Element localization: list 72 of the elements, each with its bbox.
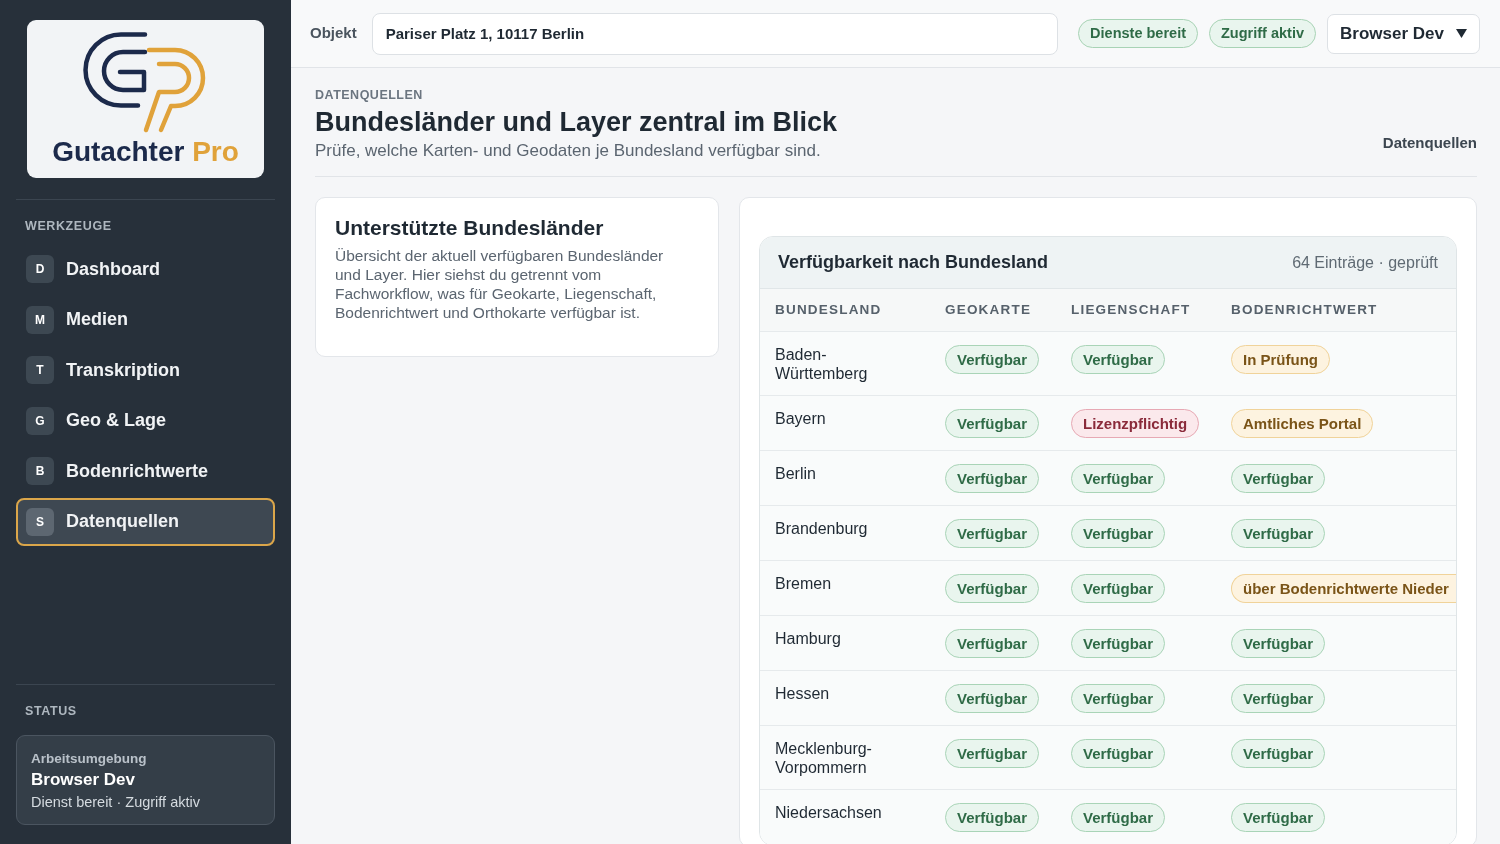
state-name: Berlin bbox=[760, 450, 945, 505]
nav-initial: B bbox=[26, 457, 54, 486]
nav-initial: S bbox=[26, 507, 54, 536]
logo-wordmark: Gutachter Pro bbox=[52, 136, 239, 168]
page-subtitle: Prüfe, welche Karten- und Geodaten je Bundesland verfügbar sind. bbox=[315, 140, 822, 162]
status-badge: Verfügbar bbox=[945, 344, 1040, 374]
status-badge: Verfügbar bbox=[1231, 463, 1326, 493]
status-badge: Verfügbar bbox=[1071, 738, 1166, 768]
status-badge: Verfügbar bbox=[945, 408, 1040, 438]
nav-item[interactable]: D Dashboard bbox=[16, 245, 275, 293]
nav-item[interactable]: G Geo & Lage bbox=[16, 396, 275, 445]
status-badge: Verfügbar bbox=[1231, 518, 1326, 548]
state-name: Bremen bbox=[760, 560, 945, 615]
status-badge: Zugriff aktiv bbox=[1209, 19, 1316, 48]
status-badge: Amtliches Portal bbox=[1231, 408, 1374, 438]
column-header: BUNDESLAND bbox=[760, 289, 945, 331]
nav-initial: T bbox=[26, 356, 54, 385]
state-name: Mecklenburg-Vorpommern bbox=[760, 725, 945, 789]
section-heading: WERKZEUGE bbox=[24, 219, 113, 233]
status-badge: Verfügbar bbox=[945, 463, 1040, 493]
state-name: Hamburg bbox=[760, 615, 945, 670]
status-label: Arbeitsumgebung bbox=[31, 750, 148, 767]
state-name: Baden-Württemberg bbox=[760, 331, 945, 395]
status-badge: Verfügbar bbox=[945, 738, 1040, 768]
caret-icon bbox=[1456, 29, 1467, 38]
status-badge: Verfügbar bbox=[945, 628, 1040, 658]
state-name: Brandenburg bbox=[760, 505, 945, 560]
card-text: Übersicht der aktuell verfügbaren Bundesländer und Layer. Hier siehst du getrennt vom Fachworkflow, was für Geokarte, Liegenschaft, Bodenrichtwert und Orthokarte verfügbar ist. bbox=[335, 246, 665, 322]
status-badge: Verfügbar bbox=[1231, 738, 1326, 768]
status-badge: Lizenzpflichtig bbox=[1071, 408, 1200, 438]
card-title: Unterstützte Bundesländer bbox=[335, 215, 605, 241]
status-badge: Verfügbar bbox=[945, 518, 1040, 548]
status-badge: Verfügbar bbox=[1231, 628, 1326, 658]
state-name: Niedersachsen bbox=[760, 789, 945, 844]
table-title: Verfügbarkeit nach Bundesland bbox=[778, 251, 1049, 274]
status-badge: Verfügbar bbox=[945, 683, 1040, 713]
section-heading: STATUS bbox=[24, 704, 78, 718]
status-badge: Verfügbar bbox=[945, 573, 1040, 603]
status-badge: Verfügbar bbox=[945, 802, 1040, 832]
status-badge: Verfügbar bbox=[1231, 802, 1326, 832]
state-name: Hessen bbox=[760, 670, 945, 725]
column-header: BODENRICHTWERT bbox=[1231, 289, 1456, 331]
status-badge: Verfügbar bbox=[1071, 518, 1166, 548]
entry-count: 64 Einträge · geprüft bbox=[1292, 252, 1438, 273]
status-badge: Verfügbar bbox=[1231, 683, 1326, 713]
breadcrumb-text: Datenquellen bbox=[1382, 134, 1477, 153]
status-badge: Verfügbar bbox=[1071, 344, 1166, 374]
state-name: Bayern bbox=[760, 395, 945, 450]
status-detail: Dienst bereit · Zugriff aktiv bbox=[31, 793, 201, 812]
status-badge: Verfügbar bbox=[1071, 802, 1166, 832]
status-badge: Verfügbar bbox=[1071, 683, 1166, 713]
field-label: Objekt bbox=[310, 23, 357, 44]
section-eyebrow: DATENQUELLEN bbox=[315, 88, 424, 102]
address-field[interactable]: Pariser Platz 1, 10117 Berlin bbox=[371, 12, 1059, 55]
status-badge: In Prüfung bbox=[1231, 344, 1330, 374]
status-badge: Verfügbar bbox=[1071, 628, 1166, 658]
nav-initial: G bbox=[26, 406, 54, 435]
environment-dropdown[interactable]: Browser Dev bbox=[1327, 13, 1480, 54]
nav-item[interactable]: T Transkription bbox=[16, 346, 275, 395]
nav-initial: D bbox=[26, 255, 54, 283]
status-badge: Verfügbar bbox=[1071, 573, 1166, 603]
status-badge: Dienste bereit bbox=[1078, 19, 1198, 48]
status-badge: Verfügbar bbox=[1071, 463, 1166, 493]
page-title: Bundesländer und Layer zentral im Blick bbox=[315, 106, 838, 138]
nav-item[interactable]: M Medien bbox=[16, 295, 275, 344]
status-value: Browser Dev bbox=[31, 769, 136, 791]
column-header: GEOKARTE bbox=[945, 289, 1071, 331]
nav-item[interactable]: B Bodenrichtwerte bbox=[16, 447, 275, 496]
status-badge: über Bodenrichtwerte Nieder bbox=[1231, 573, 1456, 603]
nav-initial: M bbox=[26, 305, 54, 334]
column-header: LIEGENSCHAFT bbox=[1071, 289, 1231, 331]
nav-item[interactable]: S Datenquellen bbox=[16, 497, 275, 546]
